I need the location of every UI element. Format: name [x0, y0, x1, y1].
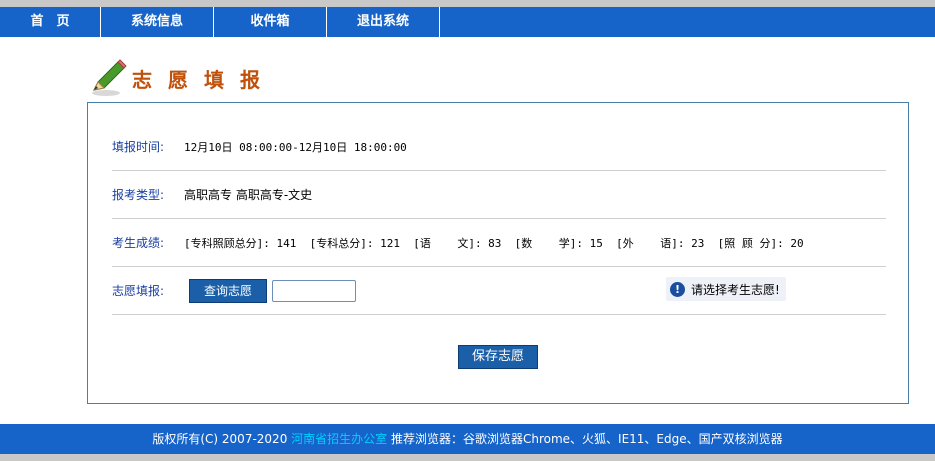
wish-label: 志愿填报:: [112, 284, 165, 298]
nav-inbox[interactable]: 收件箱: [214, 7, 327, 37]
footer-browsers: 推荐浏览器：谷歌浏览器Chrome、火狐、IE11、Edge、国产双核浏览器: [387, 432, 783, 446]
bottom-strip: [0, 454, 935, 461]
time-label: 填报时间:: [112, 140, 165, 154]
pencil-icon: [92, 59, 127, 96]
tip-message: ! 请选择考生志愿!: [666, 277, 786, 301]
score-label: 考生成绩:: [112, 236, 165, 250]
query-wish-button[interactable]: 查询志愿: [189, 278, 267, 303]
wish-input[interactable]: [272, 279, 356, 302]
time-row: 填报时间: 12月10日 08:00:00-12月10日 18:00:00: [112, 123, 886, 171]
nav-logout[interactable]: 退出系统: [327, 7, 440, 37]
tip-text: 请选择考生志愿!: [691, 282, 780, 297]
footer: 版权所有(C) 2007-2020 河南省招生办公室 推荐浏览器：谷歌浏览器Ch…: [0, 424, 935, 454]
footer-copyright: 版权所有(C) 2007-2020: [152, 432, 292, 446]
score-row: 考生成绩: [专科照顾总分]: 141 [专科总分]: 121 [语 文]: 8…: [112, 219, 886, 267]
footer-org-link[interactable]: 河南省招生办公室: [291, 432, 387, 446]
nav-home[interactable]: 首 页: [0, 7, 101, 37]
type-value: 高职高专 高职高专-文史: [184, 188, 313, 202]
page-title-area: 志愿填报: [88, 58, 276, 98]
info-icon: !: [670, 281, 685, 297]
score-value: [专科照顾总分]: 141 [专科总分]: 121 [语 文]: 83 [数 学…: [184, 236, 804, 250]
nav-system-info[interactable]: 系统信息: [101, 7, 214, 37]
top-nav: 首 页 系统信息 收件箱 退出系统: [0, 7, 935, 37]
page-title: 志愿填报: [132, 67, 276, 92]
type-label: 报考类型:: [112, 188, 165, 202]
type-row: 报考类型: 高职高专 高职高专-文史: [112, 171, 886, 219]
wish-row: 志愿填报: 查询志愿 ! 请选择考生志愿!: [112, 267, 886, 315]
time-value: 12月10日 08:00:00-12月10日 18:00:00: [184, 140, 407, 154]
form-panel: 填报时间: 12月10日 08:00:00-12月10日 18:00:00 报考…: [87, 102, 909, 404]
save-wish-button[interactable]: 保存志愿: [458, 345, 538, 369]
top-strip: [0, 0, 935, 7]
